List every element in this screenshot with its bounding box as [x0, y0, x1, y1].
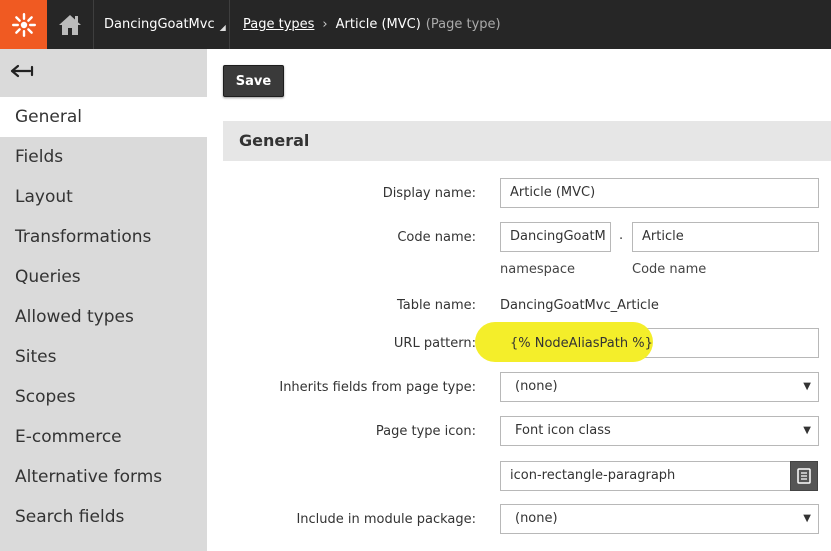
- dropdown-arrow-icon: ▼: [803, 381, 811, 392]
- sidebar-item-search-fields[interactable]: Search fields: [0, 497, 207, 537]
- display-name-field[interactable]: Article (MVC): [500, 178, 819, 208]
- page-type-icon-label: Page type icon:: [375, 424, 476, 439]
- sidebar-item-alternative-forms[interactable]: Alternative forms: [0, 457, 207, 497]
- save-button[interactable]: Save: [223, 65, 284, 97]
- breadcrumb: Page types › Article (MVC) (Page type): [243, 0, 501, 49]
- back-arrow-icon[interactable]: [10, 61, 38, 81]
- table-name-label: Table name:: [397, 298, 476, 313]
- home-icon[interactable]: [47, 0, 94, 49]
- sidebar-item-scopes[interactable]: Scopes: [0, 377, 207, 417]
- sidebar-item-layout[interactable]: Layout: [0, 177, 207, 217]
- breadcrumb-current: Article (MVC): [335, 17, 421, 32]
- top-bar: DancingGoatMvc ◢ Page types › Article (M…: [0, 0, 831, 49]
- page-type-icon-select[interactable]: Font icon class ▼: [500, 416, 819, 446]
- chevron-right-icon: ›: [322, 17, 328, 32]
- section-title: General: [223, 121, 831, 161]
- module-package-value: (none): [515, 511, 558, 526]
- code-name-label: Code name:: [397, 230, 476, 245]
- page-type-icon-value: Font icon class: [515, 423, 611, 438]
- code-name-field[interactable]: Article: [632, 222, 819, 252]
- sidebar-item-queries[interactable]: Queries: [0, 257, 207, 297]
- sidebar: General Fields Layout Transformations Qu…: [0, 49, 207, 551]
- dropdown-arrow-icon: ▼: [803, 513, 811, 524]
- sidebar-item-transformations[interactable]: Transformations: [0, 217, 207, 257]
- url-pattern-value: {% NodeAliasPath %}: [510, 336, 653, 351]
- table-name-value: DancingGoatMvc_Article: [500, 298, 659, 313]
- kentico-logo-icon[interactable]: [0, 0, 47, 49]
- code-name-namespace-field[interactable]: DancingGoatM: [500, 222, 611, 252]
- sidebar-item-e-commerce[interactable]: E-commerce: [0, 417, 207, 457]
- icon-class-field[interactable]: icon-rectangle-paragraph: [500, 461, 791, 491]
- sidebar-item-general[interactable]: General: [0, 97, 207, 137]
- inherits-fields-select[interactable]: (none) ▼: [500, 372, 819, 402]
- site-name: DancingGoatMvc: [104, 17, 215, 32]
- code-name-hint: Code name: [632, 262, 707, 277]
- chevron-down-icon: ◢: [219, 23, 226, 32]
- namespace-hint: namespace: [500, 262, 576, 277]
- code-name-separator: .: [619, 228, 624, 243]
- sidebar-item-sites[interactable]: Sites: [0, 337, 207, 377]
- icon-picker-button[interactable]: [790, 461, 818, 491]
- sidebar-item-fields[interactable]: Fields: [0, 137, 207, 177]
- breadcrumb-page-types-link[interactable]: Page types: [243, 17, 314, 32]
- breadcrumb-object-type: (Page type): [425, 17, 501, 32]
- module-package-select[interactable]: (none) ▼: [500, 504, 819, 534]
- inherits-fields-label: Inherits fields from page type:: [279, 380, 476, 395]
- module-package-label: Include in module package:: [296, 512, 476, 527]
- display-name-label: Display name:: [382, 186, 476, 201]
- url-pattern-label: URL pattern:: [393, 336, 476, 351]
- sidebar-item-allowed-types[interactable]: Allowed types: [0, 297, 207, 337]
- site-selector[interactable]: DancingGoatMvc ◢: [94, 0, 230, 49]
- sidebar-nav: General Fields Layout Transformations Qu…: [0, 97, 207, 537]
- icon-list-icon: [797, 468, 811, 484]
- inherits-fields-value: (none): [515, 379, 558, 394]
- dropdown-arrow-icon: ▼: [803, 425, 811, 436]
